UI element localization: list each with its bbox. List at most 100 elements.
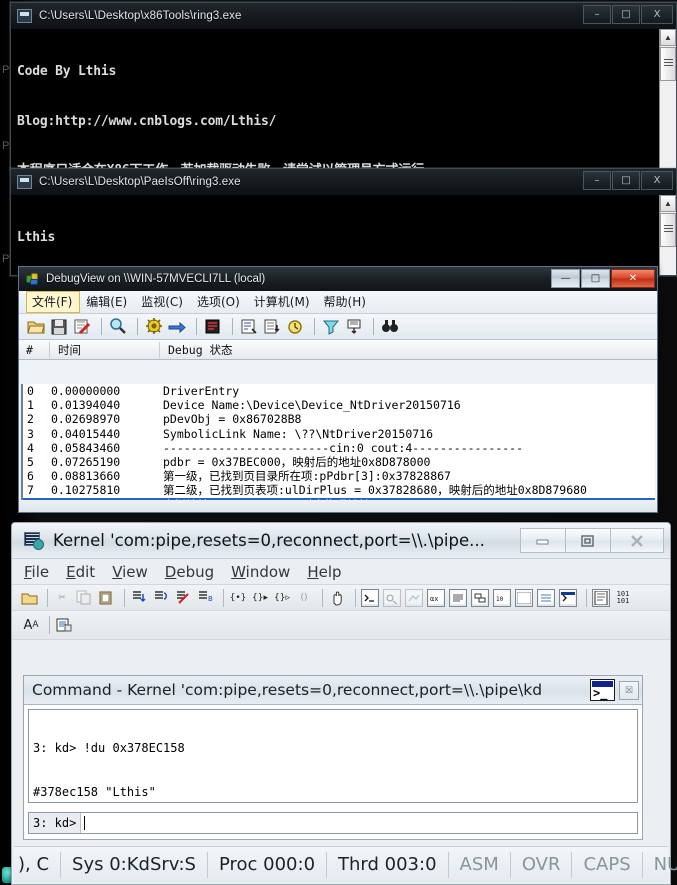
debugview-column-headers[interactable]: # 时间 Debug 状态 [19, 340, 657, 360]
autoscroll-icon[interactable] [239, 317, 259, 336]
menu-item-file[interactable]: File [24, 563, 49, 581]
capture-kernel-icon[interactable] [167, 317, 187, 336]
step-out-icon[interactable] [174, 589, 192, 607]
menu-item-options[interactable]: 选项(O) [191, 291, 248, 313]
debugview-title-bar[interactable]: DebugView on \\WIN-57MVECLI7LL (local) —… [19, 267, 657, 291]
column-header-number[interactable]: # [19, 343, 49, 357]
paste-icon[interactable] [97, 589, 115, 607]
table-row[interactable]: 4 0.05843460 ------------------------cin… [23, 441, 655, 455]
debugview-toolbar[interactable] [19, 314, 657, 340]
scroll-up-icon[interactable]: ▲ [660, 195, 676, 212]
column-header-time[interactable]: 时间 [49, 341, 159, 358]
table-row[interactable]: 1 0.01394040 Device Name:\Device\Device_… [23, 398, 655, 412]
menu-item-computer[interactable]: 计算机(M) [248, 291, 318, 313]
table-row[interactable]: 7 0.10275810 第二级，已找到页表项:ulDirPlus = 0x37… [23, 483, 655, 497]
processes-icon[interactable] [537, 588, 555, 607]
menu-item-help[interactable]: 帮助(H) [318, 291, 374, 313]
minimize-button[interactable]: – [583, 5, 611, 24]
hand-icon[interactable] [328, 589, 346, 607]
console2-title-bar[interactable]: C:\Users\L\Desktop\PaeIsOff\ring3.exe – … [11, 169, 676, 195]
command-output-area[interactable]: 3: kd> !du 0x378EC158 #378ec158 "Lthis" [28, 709, 638, 803]
windbg-title-bar[interactable]: Kernel 'com:pipe,resets=0,reconnect,port… [12, 523, 670, 559]
table-row[interactable]: 6 0.08813660 第一级，已找到页目录所在项:pPdbr[3]:0x37… [23, 469, 655, 483]
source-mode-icon[interactable] [55, 616, 73, 634]
clock-icon[interactable] [285, 317, 305, 336]
filter-icon[interactable] [321, 317, 341, 336]
table-row[interactable]: 0 0.00000000 DriverEntry [23, 384, 655, 398]
capture-win32-icon[interactable] [144, 317, 164, 336]
restart-icon[interactable]: {}▹ [273, 589, 291, 607]
close-button[interactable]: X [641, 171, 673, 190]
scratch-pad-icon[interactable] [515, 588, 533, 607]
disassembly-icon[interactable]: 10 [493, 588, 511, 607]
scrollbar-thumb[interactable] [660, 47, 676, 81]
console2-scrollbar[interactable]: ▲ [659, 195, 676, 275]
maximize-button[interactable]: □ [612, 5, 640, 24]
menu-item-capture[interactable]: 监视(C) [135, 291, 191, 313]
command-window[interactable]: Command - Kernel 'com:pipe,resets=0,reco… [23, 675, 643, 840]
menu-item-edit[interactable]: 编辑(E) [80, 291, 135, 313]
table-row[interactable]: 2 0.02698970 pDevObj = 0x867028B8 [23, 412, 655, 426]
step-into-icon[interactable] [130, 589, 148, 607]
step-over-icon[interactable] [152, 589, 170, 607]
console1-title-bar[interactable]: C:\Users\L\Desktop\x86Tools\ring3.exe – … [11, 3, 676, 29]
save-icon[interactable] [49, 317, 69, 336]
table-row[interactable]: 3 0.04015440 SymbolicLink Name: \??\NtDr… [23, 427, 655, 441]
console1-scrollbar[interactable]: ▲ [659, 29, 676, 169]
watch-window-icon[interactable] [383, 588, 401, 607]
debugview-log-list[interactable]: 0 0.00000000 DriverEntry 1 0.01394040 De… [21, 384, 655, 500]
maximize-button[interactable]: □ [612, 171, 640, 190]
menu-item-edit[interactable]: Edit [66, 563, 95, 581]
font-icon[interactable]: AA [22, 616, 40, 634]
console-window-x86tools[interactable]: C:\Users\L\Desktop\x86Tools\ring3.exe – … [10, 2, 677, 170]
break-icon[interactable]: {•} [229, 589, 247, 607]
memory-window-icon[interactable] [449, 588, 467, 607]
call-stack-icon[interactable] [471, 588, 489, 607]
close-button[interactable] [610, 528, 664, 553]
windbg-window[interactable]: Kernel 'com:pipe,resets=0,reconnect,port… [11, 522, 677, 885]
close-icon[interactable]: ☒ [619, 681, 639, 700]
command-window-icon[interactable] [361, 588, 379, 607]
menu-item-view[interactable]: View [112, 563, 148, 581]
minimize-button[interactable]: – [583, 171, 611, 190]
table-row[interactable]: 5 0.07265190 pdbr = 0x37BEC000，映射后的地址0x8… [23, 455, 655, 469]
minimize-button[interactable] [520, 528, 565, 553]
stop-debugging-icon[interactable]: () [295, 589, 313, 607]
find-binoculars-icon[interactable] [380, 317, 400, 336]
menu-item-window[interactable]: Window [231, 563, 290, 581]
windbg-toolbar-secondary[interactable]: AA [12, 611, 670, 640]
highlight-icon[interactable] [344, 317, 364, 336]
minimize-button[interactable]: — [551, 269, 580, 288]
registers-window-icon[interactable]: αx [427, 588, 445, 607]
close-button[interactable]: ✕ [611, 269, 655, 288]
column-header-debug[interactable]: Debug 状态 [159, 341, 657, 358]
close-button[interactable]: X [641, 5, 673, 24]
scroll-up-icon[interactable]: ▲ [660, 29, 676, 46]
windbg-toolbar-main[interactable]: ✂ B {•} {}▸ {}▹ () αx 10 101 101 [12, 585, 670, 611]
console1-body[interactable]: Code By Lthis Blog:http://www.cnblogs.co… [11, 29, 676, 169]
menu-item-help[interactable]: Help [307, 563, 341, 581]
maximize-button[interactable]: □ [581, 269, 610, 288]
menu-item-file[interactable]: 文件(F) [26, 291, 81, 313]
command-input-row[interactable]: 3: kd> [28, 812, 638, 834]
run-to-cursor-icon[interactable]: B [196, 589, 214, 607]
command-window-title-bar[interactable]: Command - Kernel 'com:pipe,resets=0,reco… [24, 676, 642, 705]
copy-icon[interactable] [75, 589, 93, 607]
debugview-window[interactable]: DebugView on \\WIN-57MVECLI7LL (local) —… [18, 266, 658, 513]
clear-display-icon[interactable] [262, 317, 282, 336]
source-window-icon[interactable] [592, 588, 610, 607]
restore-button[interactable] [565, 528, 610, 553]
console-window-paeisoff[interactable]: C:\Users\L\Desktop\PaeIsOff\ring3.exe – … [10, 168, 677, 276]
scrollbar-thumb[interactable] [660, 213, 676, 247]
console2-body[interactable]: Lthis 传入的虚拟地址：0x00DA0158 传出的物理地址为：378EC1… [11, 195, 676, 275]
open-workspace-icon[interactable] [20, 589, 38, 607]
go-icon[interactable]: {}▸ [251, 589, 269, 607]
menu-item-debug[interactable]: Debug [165, 563, 214, 581]
open-icon[interactable] [26, 317, 46, 336]
capture-events-icon[interactable] [203, 317, 223, 336]
command-browser-icon[interactable] [559, 588, 577, 607]
locals-window-icon[interactable] [405, 588, 423, 607]
windbg-menu-bar[interactable]: File Edit View Debug Window Help [12, 559, 670, 585]
command-restore-icon[interactable] [590, 679, 615, 701]
debugview-menu-bar[interactable]: 文件(F) 编辑(E) 监视(C) 选项(O) 计算机(M) 帮助(H) [19, 291, 657, 314]
